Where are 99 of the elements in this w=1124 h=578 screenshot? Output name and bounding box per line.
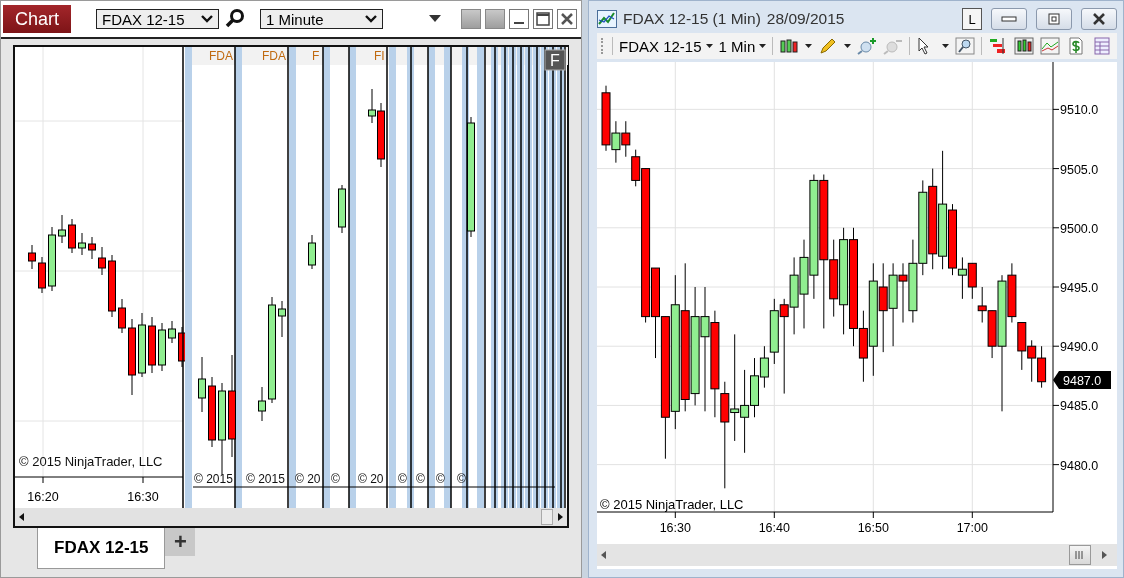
copyright-fragment: © [457,472,466,486]
zoom-in-icon[interactable] [857,37,878,55]
chart-app-icon [597,10,617,28]
candlestick [138,312,146,378]
price-label: 9490.0 [1060,340,1099,355]
line-chart-icon[interactable] [1040,37,1061,55]
maximize-button[interactable] [533,9,553,29]
tab-fragment: F [312,49,320,63]
candlestick [898,262,908,324]
price-label: 9500.0 [1060,221,1099,236]
minimize-button[interactable] [509,9,529,29]
candlestick [48,226,56,292]
time-label: 16:40 [758,521,790,535]
candlestick [168,320,176,344]
candlestick [967,262,977,300]
time-label: 16:50 [857,521,889,535]
close-button[interactable] [1081,8,1117,30]
tab-fragment: FDA [209,49,233,63]
interval-selector[interactable]: 1 Min [718,37,767,55]
candlestick [68,218,76,254]
candlestick [108,254,116,318]
candlestick [621,120,631,158]
candlestick-icon[interactable] [779,37,800,55]
add-tab-button[interactable]: + [165,528,196,556]
scroll-thumb[interactable] [541,509,553,525]
close-button[interactable] [557,9,577,29]
search-icon[interactable] [224,8,246,30]
scroll-thumb[interactable] [1069,545,1091,565]
candlestick [1017,322,1027,371]
scrollbar[interactable] [597,544,1117,566]
copyright-fragment: © [331,472,340,486]
price-label: 9485.0 [1060,399,1099,414]
copyright-fragment: © 2015 [246,472,285,486]
price-label: 9510.0 [1060,103,1099,118]
bars-icon[interactable] [1014,37,1035,55]
restore-icon [1048,13,1060,25]
caret-icon [844,44,852,48]
candlestick [750,357,759,418]
table-icon[interactable] [1092,37,1113,55]
copyright-fragment: © [436,472,445,486]
copyright-fragment: © [398,472,407,486]
candlestick [78,232,86,256]
price-label: 9505.0 [1060,162,1099,177]
time-label: 16:30 [659,521,691,535]
candlestick [308,234,316,270]
maximize-icon [536,12,550,26]
grip-icon [1075,551,1085,559]
copyright-fragment: © [416,472,425,486]
caret-icon [705,44,713,48]
restore-button[interactable] [1036,8,1072,30]
close-icon [1092,13,1106,25]
time-label: 17:00 [956,521,988,535]
search-icon[interactable] [955,37,976,55]
caret-icon [942,44,950,48]
price-label: 9480.0 [1060,458,1099,473]
candlestick [148,316,156,374]
candlestick [58,214,66,244]
caret-icon [759,44,767,48]
chevron-icon [201,14,213,24]
candlestick [208,376,216,448]
tab-fragment: FI [374,49,385,63]
date-label: 28/09/2015 [766,10,845,28]
layout-button[interactable]: L [962,8,982,30]
candlestick [98,246,106,276]
caret-icon [805,44,813,48]
candlestick [1037,345,1047,389]
chart-tab[interactable]: Chart [3,5,71,33]
time-label: 16:30 [127,490,159,504]
candlestick [338,184,346,234]
time-label: 16:20 [27,490,59,504]
copyright-text: © 2015 NinjaTrader, LLC [600,497,744,512]
candlestick [977,286,987,324]
candlestick [88,236,96,260]
candlestick [1027,339,1037,383]
instrument-dropdown[interactable]: FDAX 12-15 [96,9,219,29]
scrollbar[interactable] [15,508,567,526]
copyright-fragment: © 20 [358,472,384,486]
copyright-text: © 2015 NinjaTrader, LLC [19,454,163,469]
candlestick [198,356,206,413]
chart-tab[interactable]: FDAX 12-15 [37,528,166,569]
f-badge[interactable]: F [544,49,566,71]
candlestick [28,244,36,270]
minimize-icon [1001,16,1017,22]
chevron-icon [365,14,377,24]
last-price-tag: 9487.0 [1053,371,1111,389]
candlestick [158,322,166,372]
price-label: 9495.0 [1060,281,1099,295]
copyright-fragment: © 20 [295,472,321,486]
candlestick [118,298,126,334]
timeframe-dropdown[interactable]: 1 Minute [260,9,383,29]
candlestick [258,386,266,422]
copyright-fragment: © 2015 [194,472,233,486]
minimize-icon [514,22,524,24]
candlestick [38,256,46,294]
instrument-selector[interactable]: FDAX 12-15 [619,37,713,55]
tab-fragment: FDA [262,49,286,63]
caret-icon[interactable] [429,15,441,23]
close-icon [561,13,573,25]
window-title: FDAX 12-15 (1 Min) [623,10,761,28]
